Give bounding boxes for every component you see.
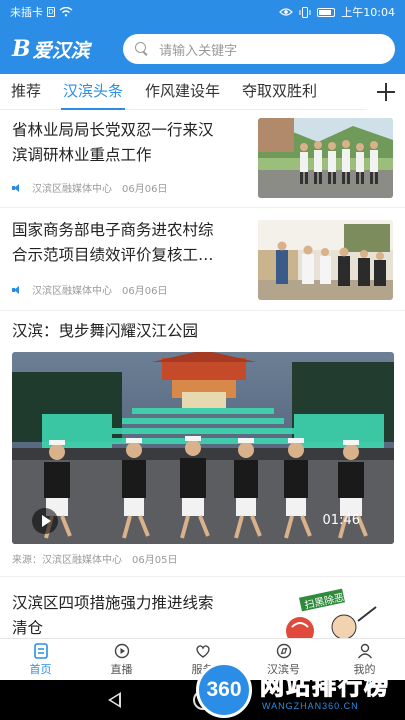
tabbar-live[interactable]: 直播: [81, 639, 162, 680]
back-icon[interactable]: [108, 692, 121, 708]
channel-tabs: 推荐 汉滨头条 作风建设年 夺取双胜利: [0, 73, 405, 110]
clock: 上午10:04: [341, 6, 395, 19]
battery-icon: [317, 7, 336, 17]
app-logo: B 爱汉滨: [12, 36, 123, 63]
news-source: 汉滨区融媒体中心: [32, 286, 112, 297]
video-duration: 01:46: [322, 513, 360, 528]
search-icon: [135, 42, 149, 56]
news-meta: 汉滨区融媒体中心 06月06日: [12, 282, 167, 297]
service-icon: [195, 644, 210, 658]
speaker-icon[interactable]: [12, 285, 22, 295]
news-meta: 汉滨区融媒体中心 06月06日: [12, 180, 167, 195]
tabbar-home[interactable]: 首页: [0, 639, 81, 680]
status-bar: 未插卡 D 上午10:04: [0, 0, 405, 24]
tab-style-building-year[interactable]: 作风建设年: [134, 74, 231, 110]
news-title: 汉滨区四项措施强力推进线索 清仓: [12, 594, 214, 637]
tab-recommend[interactable]: 推荐: [0, 74, 52, 110]
news-date: 06月06日: [122, 286, 168, 297]
news-thumbnail: [258, 220, 393, 300]
news-title: 省林业局局长党双忍一行来汉 滨调研林业重点工作: [12, 121, 214, 164]
logo-text: 爱汉滨: [32, 39, 90, 62]
watermark: 360 网站排行榜 WANGZHAN360.CN: [196, 660, 405, 720]
news-item[interactable]: 国家商务部电子商务进农村综 合示范项目绩效评价复核工… 汉滨区融媒体中心 06月…: [0, 208, 405, 311]
play-button[interactable]: [32, 508, 58, 534]
video-player[interactable]: 01:46: [12, 352, 394, 544]
video-date: 06月05日: [132, 555, 178, 566]
carrier-label: 未插卡: [10, 6, 43, 19]
sim-icon: D: [47, 7, 55, 17]
logo-mark: B: [12, 36, 31, 62]
search-input[interactable]: 请输入关键字: [123, 34, 395, 64]
news-item[interactable]: 省林业局局长党双忍一行来汉 滨调研林业重点工作 汉滨区融媒体中心 06月06日: [0, 110, 405, 208]
profile-icon: [357, 643, 372, 658]
tabbar-label: 首页: [29, 662, 52, 676]
news-date: 06月06日: [122, 184, 168, 195]
news-item[interactable]: 汉滨区四项措施强力推进线索 清仓 扫黑除恶: [0, 577, 405, 638]
news-title: 国家商务部电子商务进农村综 合示范项目绩效评价复核工…: [12, 221, 214, 264]
speaker-icon[interactable]: [12, 183, 22, 193]
tabbar-label: 直播: [110, 662, 133, 676]
eye-icon: [279, 8, 294, 16]
home-icon: [33, 642, 48, 659]
search-placeholder: 请输入关键字: [159, 43, 238, 59]
tab-double-victory[interactable]: 夺取双胜利: [231, 74, 328, 110]
compass-icon: [276, 643, 291, 658]
video-title: 汉滨：曳步舞闪耀汉江公园: [12, 322, 199, 340]
news-source: 汉滨区融媒体中心: [32, 184, 112, 195]
watermark-badge: 360: [196, 662, 252, 718]
add-channel-button[interactable]: [367, 73, 405, 110]
video-meta: 来源：汉滨区融媒体中心 06月05日: [12, 551, 177, 566]
news-thumbnail: [258, 118, 393, 198]
watermark-title: 网站排行榜: [260, 672, 390, 701]
news-feed[interactable]: 省林业局局长党双忍一行来汉 滨调研林业重点工作 汉滨区融媒体中心 06月06日: [0, 110, 405, 638]
watermark-subtitle: WANGZHAN360.CN: [262, 701, 359, 711]
video-source: 来源：汉滨区融媒体中心: [12, 555, 122, 566]
news-thumbnail: 扫黑除恶: [258, 587, 393, 638]
app-header: B 爱汉滨 请输入关键字: [0, 24, 405, 74]
wifi-icon: [59, 7, 73, 17]
tab-hanbin-headlines[interactable]: 汉滨头条: [61, 74, 126, 110]
vibrate-icon: [299, 6, 311, 18]
live-icon: [114, 643, 129, 658]
